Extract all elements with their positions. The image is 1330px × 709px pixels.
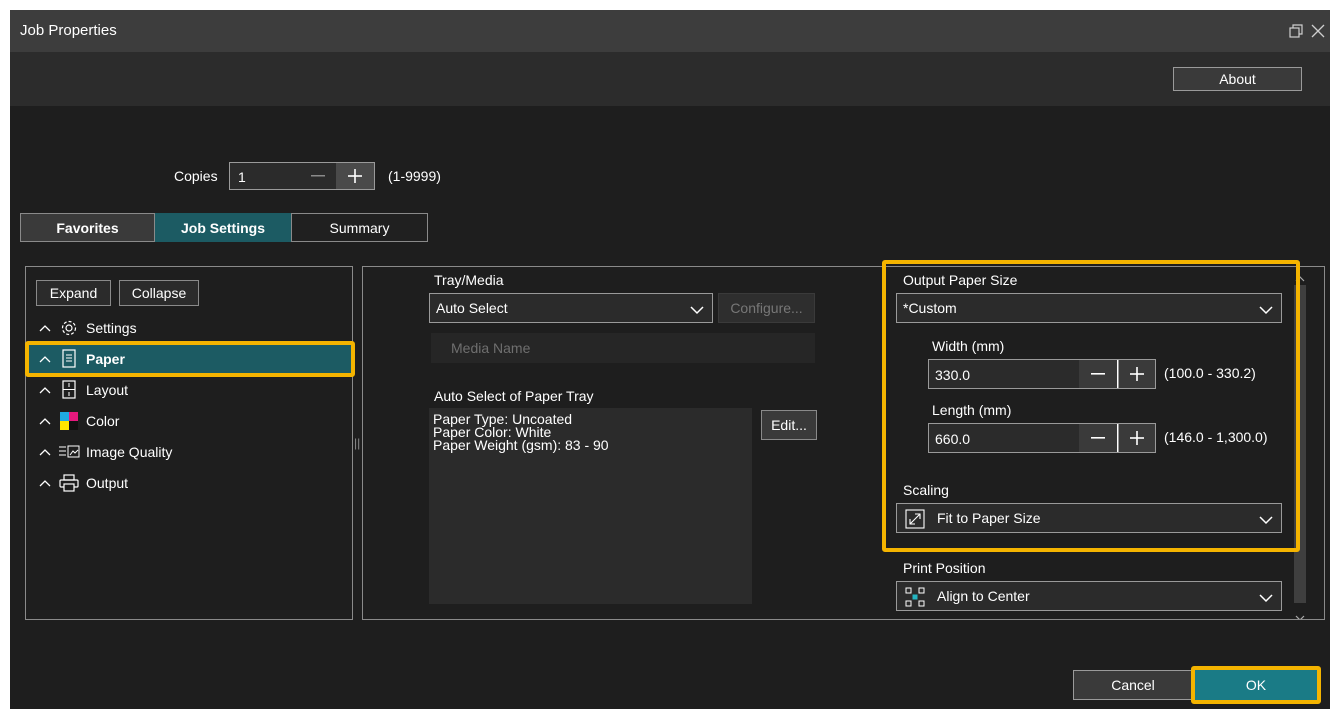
length-label: Length (mm) (932, 402, 1012, 418)
tab-favorites[interactable]: Favorites (20, 213, 155, 242)
tray-media-dropdown[interactable]: Auto Select (429, 293, 713, 323)
restore-icon[interactable] (1286, 20, 1306, 42)
scaling-icon (905, 509, 925, 532)
minus-icon (1091, 437, 1105, 439)
vertical-scrollbar[interactable] (1291, 267, 1309, 619)
nav-item-label: Image Quality (86, 444, 173, 460)
printer-icon (58, 473, 80, 493)
minus-icon (1091, 373, 1105, 375)
chevron-down-icon (1259, 302, 1273, 318)
scroll-down-icon[interactable] (1295, 609, 1305, 619)
plus-icon (348, 169, 362, 183)
auto-select-info: Paper Type: Uncoated Paper Color: White … (429, 408, 752, 604)
copies-input[interactable]: 1 (238, 169, 246, 185)
expand-button[interactable]: Expand (36, 280, 111, 306)
width-input[interactable]: 330.0 (929, 360, 1079, 388)
length-range: (146.0 - 1,300.0) (1164, 429, 1268, 445)
plus-icon (1130, 431, 1144, 445)
tray-media-value: Auto Select (436, 300, 508, 316)
plus-icon (1130, 367, 1144, 381)
copies-minus-button[interactable] (300, 163, 336, 189)
chevron-down-icon (1259, 512, 1273, 528)
window-title: Job Properties (20, 22, 117, 39)
nav-item-label: Layout (86, 382, 129, 398)
color-icon (58, 411, 80, 431)
paper-icon (58, 349, 80, 369)
print-position-dropdown[interactable]: Align to Center (896, 581, 1282, 611)
chevron-up-icon (36, 324, 54, 332)
title-bar: Job Properties (10, 10, 1330, 52)
copies-stepper[interactable]: 1 (229, 162, 375, 190)
width-label: Width (mm) (932, 338, 1005, 354)
paper-settings-panel: Tray/Media Auto Select Configure... Medi… (362, 266, 1325, 620)
nav-item-settings[interactable]: Settings (36, 313, 354, 343)
media-name-field: Media Name (431, 333, 815, 363)
scrollbar-thumb[interactable] (1294, 285, 1306, 603)
splitter-handle[interactable]: || (354, 436, 360, 450)
output-paper-size-dropdown[interactable]: *Custom (896, 293, 1282, 323)
nav-item-label: Settings (86, 320, 137, 336)
print-position-label: Print Position (903, 560, 986, 576)
nav-item-label: Output (86, 475, 129, 491)
width-stepper[interactable]: 330.0 (928, 359, 1156, 389)
tab-bar: Favorites Job Settings Summary (20, 213, 428, 242)
length-plus-button[interactable] (1118, 424, 1155, 452)
nav-item-label: Color (86, 413, 120, 429)
width-minus-button[interactable] (1079, 360, 1117, 388)
length-input[interactable]: 660.0 (929, 424, 1079, 452)
collapse-button[interactable]: Collapse (119, 280, 199, 306)
nav-item-layout[interactable]: Layout (36, 375, 354, 405)
header-bar: About (10, 52, 1330, 106)
align-center-icon (905, 587, 925, 610)
copies-range: (1-9999) (388, 168, 441, 184)
settings-tree: Expand Collapse Settings Paper Layout Co… (25, 266, 353, 620)
tray-media-label: Tray/Media (434, 272, 504, 288)
cancel-button[interactable]: Cancel (1073, 670, 1193, 700)
width-plus-button[interactable] (1118, 360, 1155, 388)
paper-weight-line: Paper Weight (gsm): 83 - 90 (433, 437, 609, 453)
nav-item-image-quality[interactable]: Image Quality (36, 437, 354, 467)
configure-button[interactable]: Configure... (718, 293, 815, 323)
print-position-value: Align to Center (937, 588, 1030, 604)
chevron-up-icon (36, 448, 54, 456)
auto-select-title: Auto Select of Paper Tray (434, 388, 594, 404)
output-paper-size-value: *Custom (903, 300, 957, 316)
scaling-dropdown[interactable]: Fit to Paper Size (896, 503, 1282, 533)
chevron-up-icon (36, 386, 54, 394)
minus-icon (311, 175, 325, 177)
length-value: 660.0 (935, 431, 971, 447)
ok-button[interactable]: OK (1195, 670, 1317, 700)
nav-item-output[interactable]: Output (36, 468, 354, 498)
nav-item-label: Paper (86, 351, 125, 367)
chevron-down-icon (690, 302, 704, 318)
chevron-up-icon (36, 417, 54, 425)
about-button[interactable]: About (1173, 67, 1302, 91)
copies-plus-button[interactable] (336, 163, 374, 189)
chevron-down-icon (1259, 590, 1273, 606)
copies-label: Copies (174, 168, 218, 184)
length-minus-button[interactable] (1079, 424, 1117, 452)
nav-item-color[interactable]: Color (36, 406, 354, 436)
gear-icon (58, 318, 80, 338)
edit-button[interactable]: Edit... (761, 410, 817, 440)
scaling-label: Scaling (903, 482, 949, 498)
nav-item-paper[interactable]: Paper (28, 344, 352, 374)
scroll-up-icon[interactable] (1295, 270, 1305, 286)
output-paper-size-label: Output Paper Size (903, 272, 1018, 288)
job-properties-window: Job Properties About Copies 1 (1-9999) F… (10, 10, 1330, 709)
scaling-value: Fit to Paper Size (937, 510, 1041, 526)
media-name-label: Media Name (451, 340, 531, 356)
copies-section: Copies 1 (1-9999) (10, 106, 1330, 204)
width-value: 330.0 (935, 367, 971, 383)
width-range: (100.0 - 330.2) (1164, 365, 1256, 381)
chevron-up-icon (36, 479, 54, 487)
length-stepper[interactable]: 660.0 (928, 423, 1156, 453)
tab-job-settings[interactable]: Job Settings (155, 213, 291, 242)
tab-summary[interactable]: Summary (291, 213, 428, 242)
chevron-up-icon (36, 355, 54, 363)
close-icon[interactable] (1308, 20, 1328, 42)
image-quality-icon (58, 442, 80, 462)
layout-icon (58, 380, 80, 400)
